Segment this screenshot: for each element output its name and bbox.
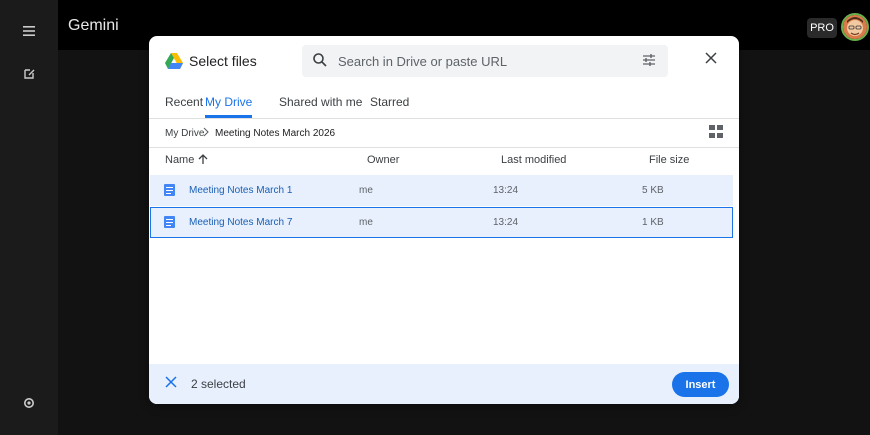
side-rail xyxy=(0,0,58,435)
doc-icon xyxy=(164,184,175,196)
breadcrumb-my-drive[interactable]: My Drive xyxy=(165,128,204,139)
file-name: Meeting Notes March 7 xyxy=(189,217,293,228)
file-size: 1 KB xyxy=(642,217,664,228)
menu-icon xyxy=(23,26,35,36)
grid-view-icon[interactable] xyxy=(709,125,723,139)
file-name: Meeting Notes March 1 xyxy=(189,185,293,196)
search-icon xyxy=(313,53,327,67)
tab-my-drive[interactable]: My Drive xyxy=(205,95,253,118)
file-owner: me xyxy=(359,217,373,228)
new-chat-icon xyxy=(23,68,34,79)
dialog-title: Select files xyxy=(189,53,257,69)
chevron-right-icon xyxy=(203,127,209,137)
selection-footer: 2 selected Insert xyxy=(149,364,739,404)
col-last-modified[interactable]: Last modified xyxy=(501,154,566,166)
tab-starred[interactable]: Starred xyxy=(370,95,409,118)
doc-icon xyxy=(164,216,175,228)
col-file-size[interactable]: File size xyxy=(649,154,689,166)
settings-button[interactable] xyxy=(18,392,40,414)
drive-logo-icon xyxy=(165,53,183,69)
filter-icon[interactable] xyxy=(642,53,656,67)
selected-count: 2 selected xyxy=(191,377,246,391)
sort-arrow-icon[interactable] xyxy=(198,154,208,165)
avatar-image xyxy=(843,15,867,39)
file-row[interactable]: Meeting Notes March 7 me 13:24 1 KB xyxy=(150,207,733,238)
tab-recent[interactable]: Recent xyxy=(165,95,203,118)
file-modified: 13:24 xyxy=(493,217,519,228)
file-size: 5 KB xyxy=(642,185,664,196)
search-box xyxy=(302,45,668,77)
menu-button[interactable] xyxy=(18,20,40,42)
file-owner: me xyxy=(359,185,373,196)
col-name[interactable]: Name xyxy=(165,154,194,166)
tab-bar: Recent My Drive Shared with me Starred xyxy=(149,86,739,119)
breadcrumb: My Drive Meeting Notes March 2026 xyxy=(149,119,739,148)
app-title: Gemini xyxy=(68,17,119,34)
tab-shared-with-me[interactable]: Shared with me xyxy=(279,95,362,118)
column-header: Name Owner Last modified File size xyxy=(149,147,739,173)
close-icon[interactable] xyxy=(705,52,717,64)
insert-button[interactable]: Insert xyxy=(672,372,729,397)
pro-badge: PRO xyxy=(807,18,837,38)
settings-icon xyxy=(24,398,34,408)
search-input[interactable] xyxy=(338,45,618,77)
new-chat-button[interactable] xyxy=(18,62,40,84)
file-row[interactable]: Meeting Notes March 1 me 13:24 5 KB xyxy=(150,175,733,206)
close-icon[interactable] xyxy=(165,376,177,388)
col-owner[interactable]: Owner xyxy=(367,154,399,166)
dialog-header: Select files xyxy=(149,36,739,86)
file-picker-dialog: Select files Recent My Drive Shared with… xyxy=(149,36,739,404)
breadcrumb-current-folder: Meeting Notes March 2026 xyxy=(215,128,336,139)
file-modified: 13:24 xyxy=(493,185,519,196)
avatar[interactable] xyxy=(841,13,869,41)
